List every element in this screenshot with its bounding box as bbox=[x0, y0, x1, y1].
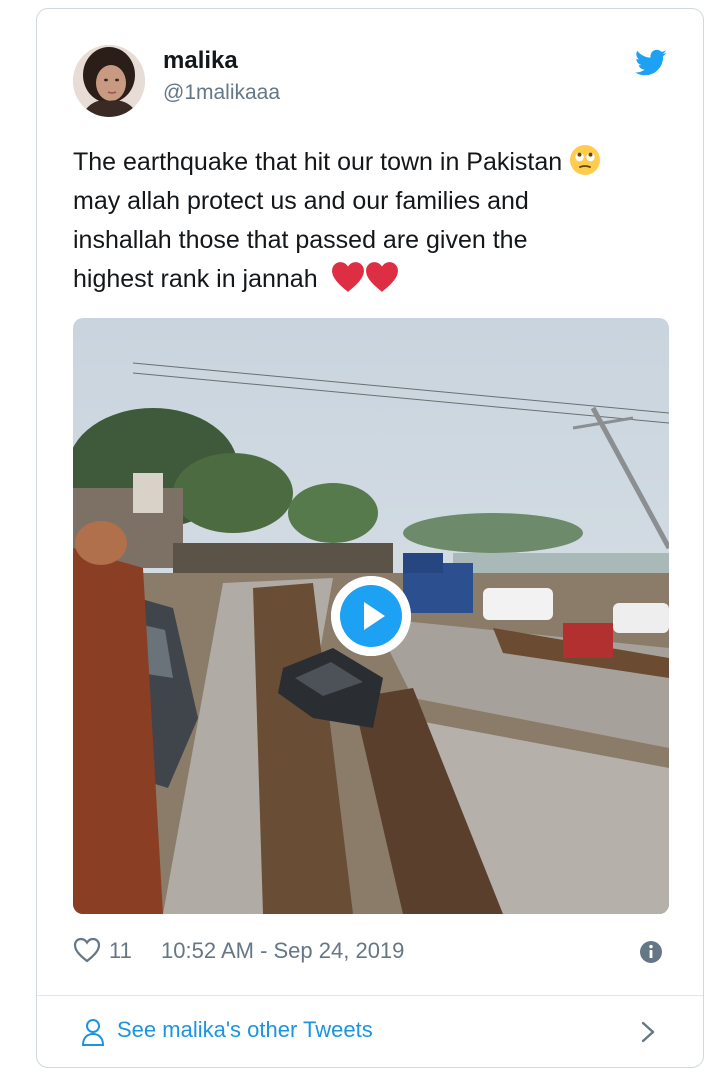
author-handle[interactable]: @1malikaaa bbox=[163, 81, 280, 105]
see-other-tweets-label[interactable]: See malika's other Tweets bbox=[117, 1017, 373, 1043]
person-icon bbox=[81, 1019, 105, 1046]
video-thumbnail[interactable] bbox=[73, 318, 669, 914]
hearts-emoji-group bbox=[331, 261, 399, 305]
tweet-meta: 11 10:52 AM - Sep 24, 2019 bbox=[73, 934, 669, 970]
play-icon bbox=[331, 576, 411, 656]
tweet-text-line: The earthquake that hit our town in Paki… bbox=[73, 148, 563, 176]
author-name[interactable]: malika bbox=[163, 47, 238, 75]
tweet-text-line: highest rank in jannah bbox=[73, 265, 318, 293]
tweet-timestamp[interactable]: 10:52 AM - Sep 24, 2019 bbox=[161, 938, 404, 964]
see-other-tweets-link[interactable]: See malika's other Tweets bbox=[37, 996, 703, 1067]
heart-outline-icon[interactable] bbox=[73, 937, 101, 963]
info-icon[interactable] bbox=[639, 940, 663, 964]
tweet-text-line: inshallah those that passed are given th… bbox=[73, 226, 528, 254]
tweet-text-line: may allah protect us and our families an… bbox=[73, 187, 529, 215]
tweet-card: malika @1malikaaa The earthquake that hi… bbox=[36, 8, 704, 1068]
red-heart-emoji bbox=[331, 262, 364, 292]
tweet-text: The earthquake that hit our town in Paki… bbox=[73, 143, 673, 305]
avatar[interactable] bbox=[73, 45, 145, 117]
chevron-right-icon[interactable] bbox=[639, 1020, 657, 1044]
red-heart-emoji bbox=[365, 262, 398, 292]
twitter-bird-icon[interactable] bbox=[635, 49, 667, 77]
play-button[interactable] bbox=[331, 576, 411, 656]
rolling-eyes-emoji bbox=[570, 145, 601, 175]
like-count[interactable]: 11 bbox=[109, 938, 132, 964]
